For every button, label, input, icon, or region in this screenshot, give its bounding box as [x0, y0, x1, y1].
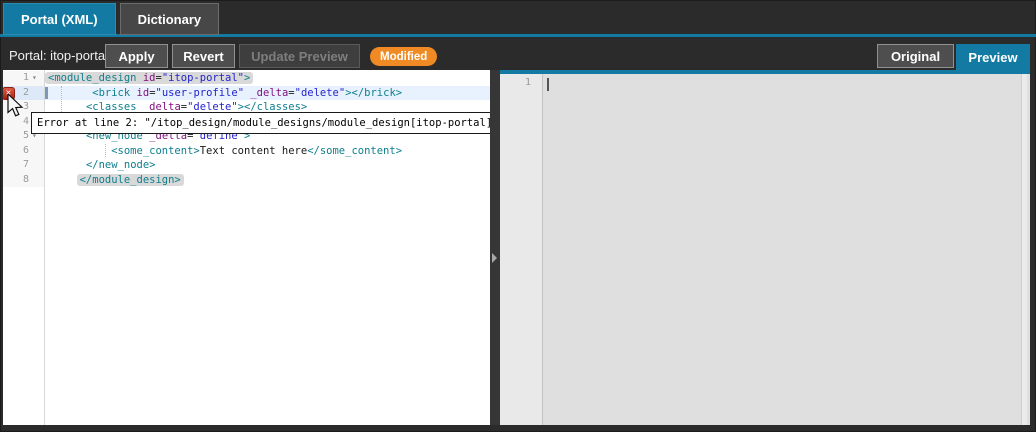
error-tooltip: Error at line 2: "/itop_design/module_de… [31, 112, 490, 134]
modified-badge: Modified [370, 47, 437, 66]
preview-gutter [500, 74, 543, 425]
tab-portal-xml-label: Portal (XML) [21, 12, 98, 27]
code-text: <module_design id="itop-portal"> [44, 71, 490, 86]
code-line[interactable]: 1▾<module_design id="itop-portal"> [3, 71, 490, 86]
indent-guide [61, 86, 62, 112]
line-number: 7 [3, 158, 32, 173]
matching-tag-highlight: <module_design id="itop-portal"> [45, 72, 253, 84]
preview-editor[interactable]: 1 [500, 70, 1030, 425]
original-button[interactable]: Original [877, 44, 954, 68]
preview-line-number: 1 [500, 77, 531, 88]
xml-designer-window: Portal (XML) Dictionary Portal: itop-por… [0, 0, 1036, 432]
code-line[interactable]: 2 <brick id="user-profile" _delta="delet… [3, 86, 490, 101]
line-number: 1 [3, 71, 32, 86]
portal-name-label: Portal: itop-portal [9, 44, 108, 68]
tab-bar: Portal (XML) Dictionary [3, 3, 219, 35]
preview-button[interactable]: Preview [956, 44, 1030, 70]
fold-gutter [32, 86, 44, 101]
code-text: </new_node> [44, 158, 490, 173]
code-line[interactable]: 8 </module_design> [3, 173, 490, 188]
line-number: 8 [3, 173, 32, 188]
code-text: </module_design> [44, 173, 490, 188]
mouse-cursor-icon [7, 94, 25, 120]
preview-text-cursor [547, 78, 549, 91]
tab-dictionary-label: Dictionary [138, 12, 202, 27]
code-text: <some_content>Text content here</some_co… [44, 144, 490, 159]
tab-dictionary[interactable]: Dictionary [120, 3, 220, 35]
tab-portal-xml[interactable]: Portal (XML) [3, 3, 116, 35]
panel-splitter[interactable] [490, 70, 500, 425]
code-line[interactable]: 6 <some_content>Text content here</some_… [3, 144, 490, 159]
update-preview-button[interactable]: Update Preview [239, 44, 360, 68]
fold-gutter [32, 144, 44, 159]
text-cursor [45, 87, 48, 100]
preview-scrollbar[interactable] [1021, 74, 1027, 425]
indent-guide [105, 144, 106, 157]
splitter-handle-icon[interactable] [492, 253, 497, 263]
xml-code-editor[interactable]: 1▾<module_design id="itop-portal">2 <bri… [3, 70, 490, 425]
matching-tag-highlight: </module_design> [77, 174, 184, 186]
code-line[interactable]: 7 </new_node> [3, 158, 490, 173]
code-text: <brick id="user-profile" _delta="delete"… [44, 86, 490, 101]
apply-button[interactable]: Apply [105, 44, 168, 68]
line-number: 5 [3, 129, 32, 144]
revert-button[interactable]: Revert [172, 44, 235, 68]
fold-gutter [32, 173, 44, 188]
line-number: 6 [3, 144, 32, 159]
fold-gutter [32, 158, 44, 173]
fold-arrow-icon[interactable]: ▾ [32, 71, 44, 86]
